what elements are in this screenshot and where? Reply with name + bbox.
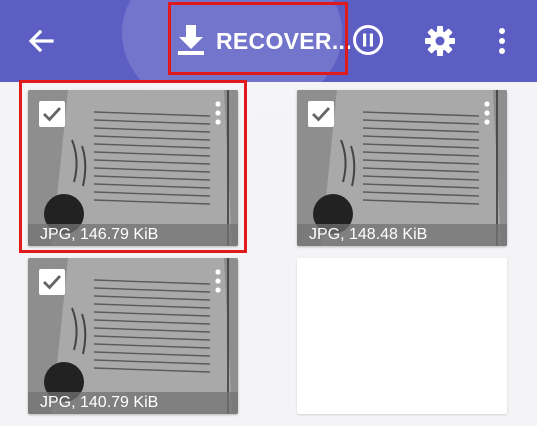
file-caption: JPG, 148.48 KiB xyxy=(297,224,507,246)
file-card-highlight-box xyxy=(19,80,247,253)
card-more-icon[interactable] xyxy=(483,101,491,127)
settings-gear-icon[interactable] xyxy=(424,25,456,57)
check-icon xyxy=(312,107,331,122)
back-arrow-icon[interactable] xyxy=(24,24,58,58)
file-card-loading[interactable] xyxy=(297,258,507,414)
card-more-icon[interactable] xyxy=(214,269,222,295)
selected-checkbox[interactable] xyxy=(308,101,334,127)
selected-checkbox[interactable] xyxy=(39,269,65,295)
file-card[interactable]: JPG, 140.79 KiB xyxy=(28,258,238,414)
recover-highlight-box xyxy=(168,2,348,75)
pause-icon[interactable] xyxy=(352,24,384,56)
file-caption: JPG, 140.79 KiB xyxy=(28,392,238,414)
check-icon xyxy=(43,275,62,290)
file-card[interactable]: JPG, 148.48 KiB xyxy=(297,90,507,246)
more-vert-icon[interactable] xyxy=(490,26,514,56)
